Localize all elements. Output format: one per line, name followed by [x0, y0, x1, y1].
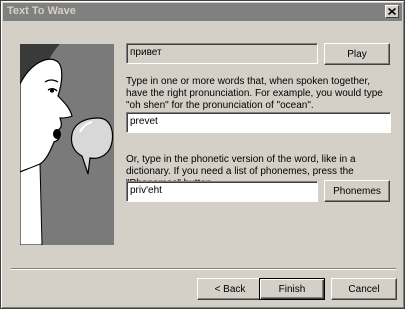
speaking-face-icon	[19, 44, 114, 246]
close-icon	[388, 8, 396, 15]
word-display-field: привет	[126, 43, 318, 64]
title-bar[interactable]: Text To Wave	[3, 3, 402, 21]
pronunciation-input[interactable]: prevet	[126, 112, 391, 133]
phonetic-input[interactable]: priv'eht	[126, 181, 318, 202]
speaking-face-illustration	[19, 44, 114, 246]
close-button[interactable]	[385, 5, 399, 18]
finish-button[interactable]: Finish	[259, 278, 325, 300]
cancel-button[interactable]: Cancel	[331, 278, 397, 300]
phonemes-button[interactable]: Phonemes	[324, 180, 390, 202]
pronunciation-instructions: Type in one or more words that, when spo…	[126, 76, 383, 111]
text-to-wave-dialog: Text To Wave привет Play Type in one or …	[0, 0, 405, 309]
footer-separator	[11, 268, 396, 270]
back-button[interactable]: < Back	[197, 278, 263, 300]
play-button[interactable]: Play	[324, 43, 390, 65]
window-title: Text To Wave	[7, 5, 76, 17]
